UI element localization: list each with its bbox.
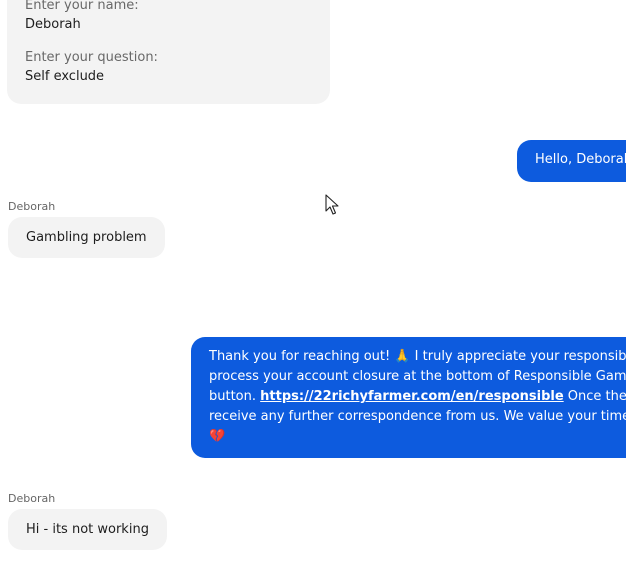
name-field-value: Deborah — [25, 17, 81, 32]
sender-name: Deborah — [8, 492, 56, 505]
sender-name: Deborah — [8, 200, 56, 213]
agent-message-text: Once the process — [567, 389, 626, 404]
agent-message-line: receive any further correspondence from … — [209, 409, 626, 424]
agent-message-line: Thank you for reaching out! 🙏 I truly ap… — [209, 349, 626, 364]
responsible-gaming-link[interactable]: https://22richyfarmer.com/en/responsible — [260, 389, 564, 404]
user-message-bubble: Gambling problem — [8, 217, 165, 258]
user-message-bubble: Hi - its not working — [8, 509, 167, 550]
user-message-text: Hi - its not working — [26, 522, 149, 537]
pre-chat-form-summary: Enter your name: Deborah Enter your ques… — [7, 0, 330, 104]
agent-message-line-with-link: button. https://22richyfarmer.com/en/res… — [209, 387, 626, 407]
broken-heart-emoji: 💔 — [209, 429, 226, 444]
question-field-value: Self exclude — [25, 69, 105, 84]
chat-window: Enter your name: Deborah Enter your ques… — [0, 0, 626, 563]
agent-message-text: Hello, Deborah! — [535, 152, 626, 167]
agent-message-bubble: Hello, Deborah! — [517, 140, 626, 182]
name-field-label: Enter your name: — [25, 0, 139, 13]
question-field-label: Enter your question: — [25, 50, 158, 65]
mouse-pointer-icon — [325, 194, 339, 215]
agent-message-bubble: Thank you for reaching out! 🙏 I truly ap… — [191, 337, 626, 458]
agent-message-text: button. — [209, 389, 261, 404]
user-message-text: Gambling problem — [26, 230, 147, 245]
agent-message-line: process your account closure at the bott… — [209, 369, 626, 384]
